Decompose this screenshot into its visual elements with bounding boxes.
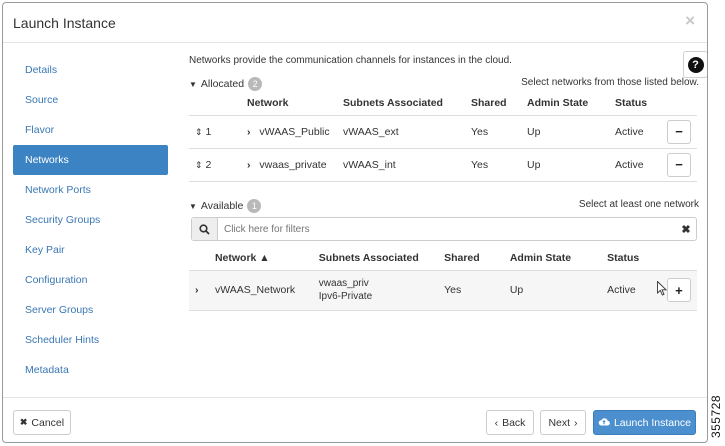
network-name: vwaas_private xyxy=(259,158,327,171)
status-cell: Active xyxy=(609,148,661,182)
allocated-hint: Select networks from those listed below. xyxy=(521,77,699,88)
launch-label: Launch Instance xyxy=(613,416,692,429)
remove-network-button[interactable]: − xyxy=(667,119,691,144)
column-header: Subnets Associated xyxy=(337,91,465,116)
row-order: 2 xyxy=(205,158,212,171)
dialog-header: Launch Instance × xyxy=(3,3,707,43)
table-row: ⇕ 1 › vWAAS_Public vWAAS_ext Yes Up Acti… xyxy=(189,115,697,149)
drag-handle-icon[interactable]: ⇕ xyxy=(195,160,203,170)
sidebar-item-network-ports[interactable]: Network Ports xyxy=(13,175,168,205)
shared-cell: Yes xyxy=(465,115,521,149)
subnets-cell: vWAAS_ext xyxy=(337,115,465,149)
close-icon[interactable]: × xyxy=(685,11,695,31)
chevron-right-icon[interactable]: › xyxy=(247,159,251,171)
filter-bar: ✖ xyxy=(191,217,697,241)
cancel-button[interactable]: ✖ Cancel xyxy=(13,410,71,435)
sidebar-item-source[interactable]: Source xyxy=(13,85,168,115)
row-order: 1 xyxy=(205,125,212,138)
column-header: Status xyxy=(609,91,661,116)
cloud-upload-icon xyxy=(598,417,610,429)
admin-state-cell: Up xyxy=(521,148,609,182)
sidebar-item-configuration[interactable]: Configuration xyxy=(13,265,168,295)
shared-cell: Yes xyxy=(465,148,521,182)
help-button[interactable]: ? xyxy=(683,51,707,78)
allocated-section-toggle[interactable]: ▼ Allocated 2 xyxy=(189,77,263,91)
dialog-title: Launch Instance xyxy=(13,15,116,31)
chevron-left-icon: ‹ xyxy=(494,416,499,429)
figure-id-label: 355728 xyxy=(709,395,723,439)
column-header: Admin State xyxy=(521,91,609,116)
column-header: Shared xyxy=(465,91,521,116)
available-count-badge: 1 xyxy=(247,199,262,213)
subnets-cell: vWAAS_int xyxy=(337,148,465,182)
status-cell: Active xyxy=(609,115,661,149)
admin-state-cell: Up xyxy=(521,115,609,149)
networks-description: Networks provide the communication chann… xyxy=(189,55,512,66)
available-table: Network ▲ Subnets Associated Shared Admi… xyxy=(189,246,697,311)
sidebar-item-key-pair[interactable]: Key Pair xyxy=(13,235,168,265)
subnet-line: Ipv6-Private xyxy=(318,291,373,302)
column-header-sortable[interactable]: Network ▲ xyxy=(208,246,313,271)
table-header-row: Network Subnets Associated Shared Admin … xyxy=(189,91,697,116)
allocated-count-badge: 2 xyxy=(248,77,263,91)
next-label: Next xyxy=(548,416,571,429)
column-header: Admin State xyxy=(503,246,602,271)
back-label: Back xyxy=(502,416,526,429)
network-name: vWAAS_Public xyxy=(259,125,330,138)
available-title: Available xyxy=(200,200,244,212)
column-header: Subnets Associated xyxy=(312,246,439,271)
clear-filter-icon[interactable]: ✖ xyxy=(676,223,696,236)
chevron-right-icon[interactable]: › xyxy=(195,284,199,296)
sidebar-item-networks[interactable]: Networks xyxy=(13,145,168,175)
launch-instance-button[interactable]: Launch Instance xyxy=(593,410,696,435)
admin-state-cell: Up xyxy=(503,270,602,311)
sidebar-item-scheduler-hints[interactable]: Scheduler Hints xyxy=(13,325,168,355)
filter-input[interactable] xyxy=(218,223,676,235)
table-row: › vWAAS_Network vwaas_priv Ipv6-Private … xyxy=(189,270,697,311)
column-header: Status xyxy=(601,246,661,271)
back-button[interactable]: ‹ Back xyxy=(486,410,534,435)
chevron-right-icon[interactable]: › xyxy=(247,126,251,138)
next-button[interactable]: Next › xyxy=(540,410,586,435)
chevron-down-icon: ▼ xyxy=(189,79,197,89)
available-hint: Select at least one network xyxy=(578,199,699,210)
subnet-line: vwaas_priv xyxy=(318,278,369,289)
chevron-down-icon: ▼ xyxy=(189,201,197,211)
sidebar-item-server-groups[interactable]: Server Groups xyxy=(13,295,168,325)
chevron-right-icon: › xyxy=(574,416,578,429)
drag-handle-icon[interactable]: ⇕ xyxy=(195,127,203,137)
cancel-label: Cancel xyxy=(31,416,65,429)
table-header-row: Network ▲ Subnets Associated Shared Admi… xyxy=(189,246,697,271)
dialog-footer: ✖ Cancel ‹ Back Next › Launch Instance xyxy=(3,397,707,442)
column-header: Shared xyxy=(438,246,504,271)
question-icon: ? xyxy=(687,56,704,73)
shared-cell: Yes xyxy=(438,270,504,311)
table-row: ⇕ 2 › vwaas_private vWAAS_int Yes Up Act… xyxy=(189,148,697,182)
column-header: Network xyxy=(241,91,337,116)
available-section-toggle[interactable]: ▼ Available 1 xyxy=(189,199,262,213)
launch-instance-dialog: Launch Instance × Details Source Flavor … xyxy=(2,2,708,443)
sidebar-item-security-groups[interactable]: Security Groups xyxy=(13,205,168,235)
allocated-title: Allocated xyxy=(200,78,245,90)
sidebar-item-flavor[interactable]: Flavor xyxy=(13,115,168,145)
search-icon xyxy=(192,218,218,240)
remove-network-button[interactable]: − xyxy=(667,152,691,177)
network-name: vWAAS_Network xyxy=(208,270,313,311)
sidebar-item-metadata[interactable]: Metadata xyxy=(13,355,168,385)
sidebar-item-details[interactable]: Details xyxy=(13,55,168,85)
status-cell: Active xyxy=(601,270,661,311)
allocated-table: Network Subnets Associated Shared Admin … xyxy=(189,91,697,182)
wizard-sidebar: Details Source Flavor Networks Network P… xyxy=(13,55,168,385)
add-network-button[interactable]: + xyxy=(666,278,691,302)
mouse-pointer-icon xyxy=(657,280,668,299)
close-icon: ✖ xyxy=(19,417,28,427)
